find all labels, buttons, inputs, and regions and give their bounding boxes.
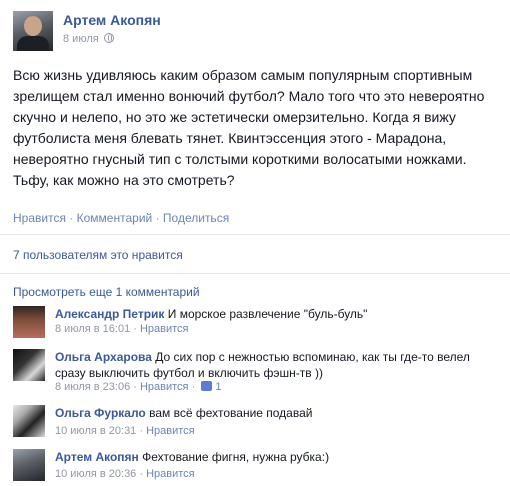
action-separator: · xyxy=(69,211,74,225)
post-text-line: скучно и нелепо, но это же эстетически о… xyxy=(13,109,456,125)
likes-count[interactable]: 7 пользователям это нравится xyxy=(13,248,183,262)
post-text-line: футболиста меня блевать тянет. Квинтэссе… xyxy=(13,130,447,146)
post-actions: Нравится · Комментарий · Поделиться xyxy=(13,211,229,225)
globe-icon[interactable] xyxy=(103,33,114,43)
comment-like-link[interactable]: Нравится xyxy=(146,425,195,437)
comment-line: Ольга Архарова До сих пор с нежностью вс… xyxy=(55,349,510,381)
action-separator: · xyxy=(155,211,160,225)
commenter-avatar[interactable] xyxy=(13,405,45,437)
commenter-avatar[interactable] xyxy=(13,349,45,381)
comment-date[interactable]: 10 июля в 20:36 xyxy=(55,468,136,480)
comment-date[interactable]: 8 июля в 16:01 xyxy=(55,323,130,335)
post-author[interactable]: Артем Акопян xyxy=(63,12,161,28)
view-more-comments[interactable]: Просмотреть еще 1 комментарий xyxy=(13,285,200,299)
post-text-line: Всю жизнь удивляюсь каким образом самым … xyxy=(13,67,473,83)
comment-meta: 10 июля в 20:36 · Нравится xyxy=(55,468,195,480)
comment-like-link[interactable]: Нравится xyxy=(146,468,195,480)
post-text: Всю жизнь удивляюсь каким образом самым … xyxy=(13,65,503,191)
commenter-name[interactable]: Ольга Архарова xyxy=(55,350,152,364)
post-meta: 8 июля xyxy=(63,33,114,45)
divider xyxy=(0,234,510,235)
comment: Ольга Фуркало вам всё фехтование подавай… xyxy=(13,405,510,441)
comment-link[interactable]: Комментарий xyxy=(77,211,153,225)
comment-date[interactable]: 8 июля в 23:06 xyxy=(55,381,130,393)
share-link[interactable]: Поделиться xyxy=(163,211,229,225)
post-text-line: зрелищем стал именно вонючий футбол? Мал… xyxy=(13,88,485,104)
post-text-line: невероятно гнусный тип с толстыми коротк… xyxy=(13,151,467,167)
like-link[interactable]: Нравится xyxy=(13,211,66,225)
avatar-head xyxy=(24,16,42,36)
comment-text: вам всё фехтование подавай xyxy=(149,406,313,420)
commenter-avatar[interactable] xyxy=(13,449,45,481)
commenter-name[interactable]: Александр Петрик xyxy=(55,307,164,321)
thumbs-up-icon xyxy=(201,381,213,391)
comment-like-link[interactable]: Нравится xyxy=(140,381,189,393)
comment: Ольга Архарова До сих пор с нежностью вс… xyxy=(13,349,510,397)
comment-meta: 10 июля в 20:31 · Нравится xyxy=(55,425,195,437)
comment-meta: 8 июля в 23:06 · Нравится · 1 xyxy=(55,381,222,393)
commenter-name[interactable]: Ольга Фуркало xyxy=(55,406,146,420)
comment-line: Ольга Фуркало вам всё фехтование подавай xyxy=(55,405,510,421)
facebook-post: Артем Акопян 8 июля Всю жизнь удивляюсь … xyxy=(0,0,510,486)
comment-text-2: сразу выключить футбол и включить фэшн-т… xyxy=(55,366,323,380)
comment-date[interactable]: 10 июля в 20:31 xyxy=(55,425,136,437)
comment-line: Александр Петрик И морское развлечение "… xyxy=(55,306,510,322)
avatar-body xyxy=(17,36,49,51)
post-date[interactable]: 8 июля xyxy=(63,33,99,45)
divider xyxy=(0,273,510,274)
comment-text: До сих пор с нежностью вспоминаю, как ты… xyxy=(155,350,470,364)
comment-like-count[interactable]: 1 xyxy=(215,381,221,393)
comment-like-link[interactable]: Нравится xyxy=(140,323,189,335)
author-avatar[interactable] xyxy=(13,11,53,51)
commenter-avatar[interactable] xyxy=(13,306,45,338)
comment: Артем Акопян Фехтование фигня, нужна руб… xyxy=(13,449,510,485)
commenter-name[interactable]: Артем Акопян xyxy=(55,450,139,464)
post-text-line: Тьфу, как можно на это смотреть? xyxy=(13,172,235,188)
comment-meta: 8 июля в 16:01 · Нравится xyxy=(55,323,189,335)
comment: Александр Петрик И морское развлечение "… xyxy=(13,306,510,342)
comment-line: Артем Акопян Фехтование фигня, нужна руб… xyxy=(55,449,510,465)
comment-text: И морское развлечение "буль-буль" xyxy=(167,307,368,321)
comment-text: Фехтование фигня, нужна рубка:) xyxy=(142,450,330,464)
